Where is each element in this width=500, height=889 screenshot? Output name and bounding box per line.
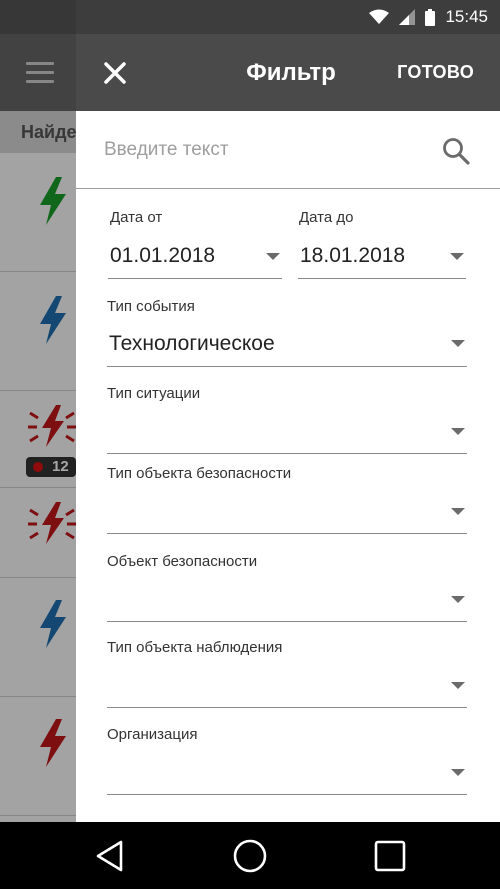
security-object-type-label: Тип объекта безопасности [107,465,292,482]
battery-icon [425,8,436,26]
search-box [76,111,500,189]
navigation-bar [0,822,500,889]
chevron-down-icon [451,682,465,689]
situation-type-select[interactable] [107,408,467,454]
chevron-down-icon [451,340,465,347]
chevron-down-icon [266,253,280,260]
event-type-label: Тип события [107,298,195,315]
cell-signal-icon [399,9,416,25]
chevron-down-icon [451,428,465,435]
status-bar: 15:45 [0,0,500,34]
drawer-toolbar: Фильтр ГОТОВО [76,34,500,111]
observation-object-type-label: Тип объекта наблюдения [107,639,283,656]
situation-type-label: Тип ситуации [107,385,201,402]
recents-icon[interactable] [372,838,408,874]
chevron-down-icon [451,508,465,515]
chevron-down-icon [451,596,465,603]
event-type-select[interactable]: Технологическое [107,320,467,367]
security-object-type-select[interactable] [107,488,467,534]
event-type-value: Технологическое [109,332,275,355]
security-object-select[interactable] [107,576,467,622]
chevron-down-icon [450,253,464,260]
security-object-label: Объект безопасности [107,553,258,570]
search-icon[interactable] [442,137,470,165]
date-to-value: 18.01.2018 [300,244,406,267]
date-from-field[interactable]: 01.01.2018 [108,232,282,279]
observation-object-type-select[interactable] [107,662,467,708]
done-button[interactable]: ГОТОВО [397,34,474,111]
status-time: 15:45 [445,7,488,26]
filter-drawer: Фильтр ГОТОВО Дата от 01.01.2018 Дата до… [76,0,500,822]
back-icon[interactable] [93,838,129,874]
search-input[interactable] [104,111,424,189]
date-from-value: 01.01.2018 [110,244,216,267]
organization-select[interactable] [107,749,467,795]
date-to-field[interactable]: 18.01.2018 [298,232,466,279]
wifi-icon [369,9,390,24]
date-to-label: Дата до [299,209,354,226]
home-icon[interactable] [232,838,268,874]
organization-label: Организация [107,726,198,743]
chevron-down-icon [451,769,465,776]
date-from-label: Дата от [110,209,163,226]
